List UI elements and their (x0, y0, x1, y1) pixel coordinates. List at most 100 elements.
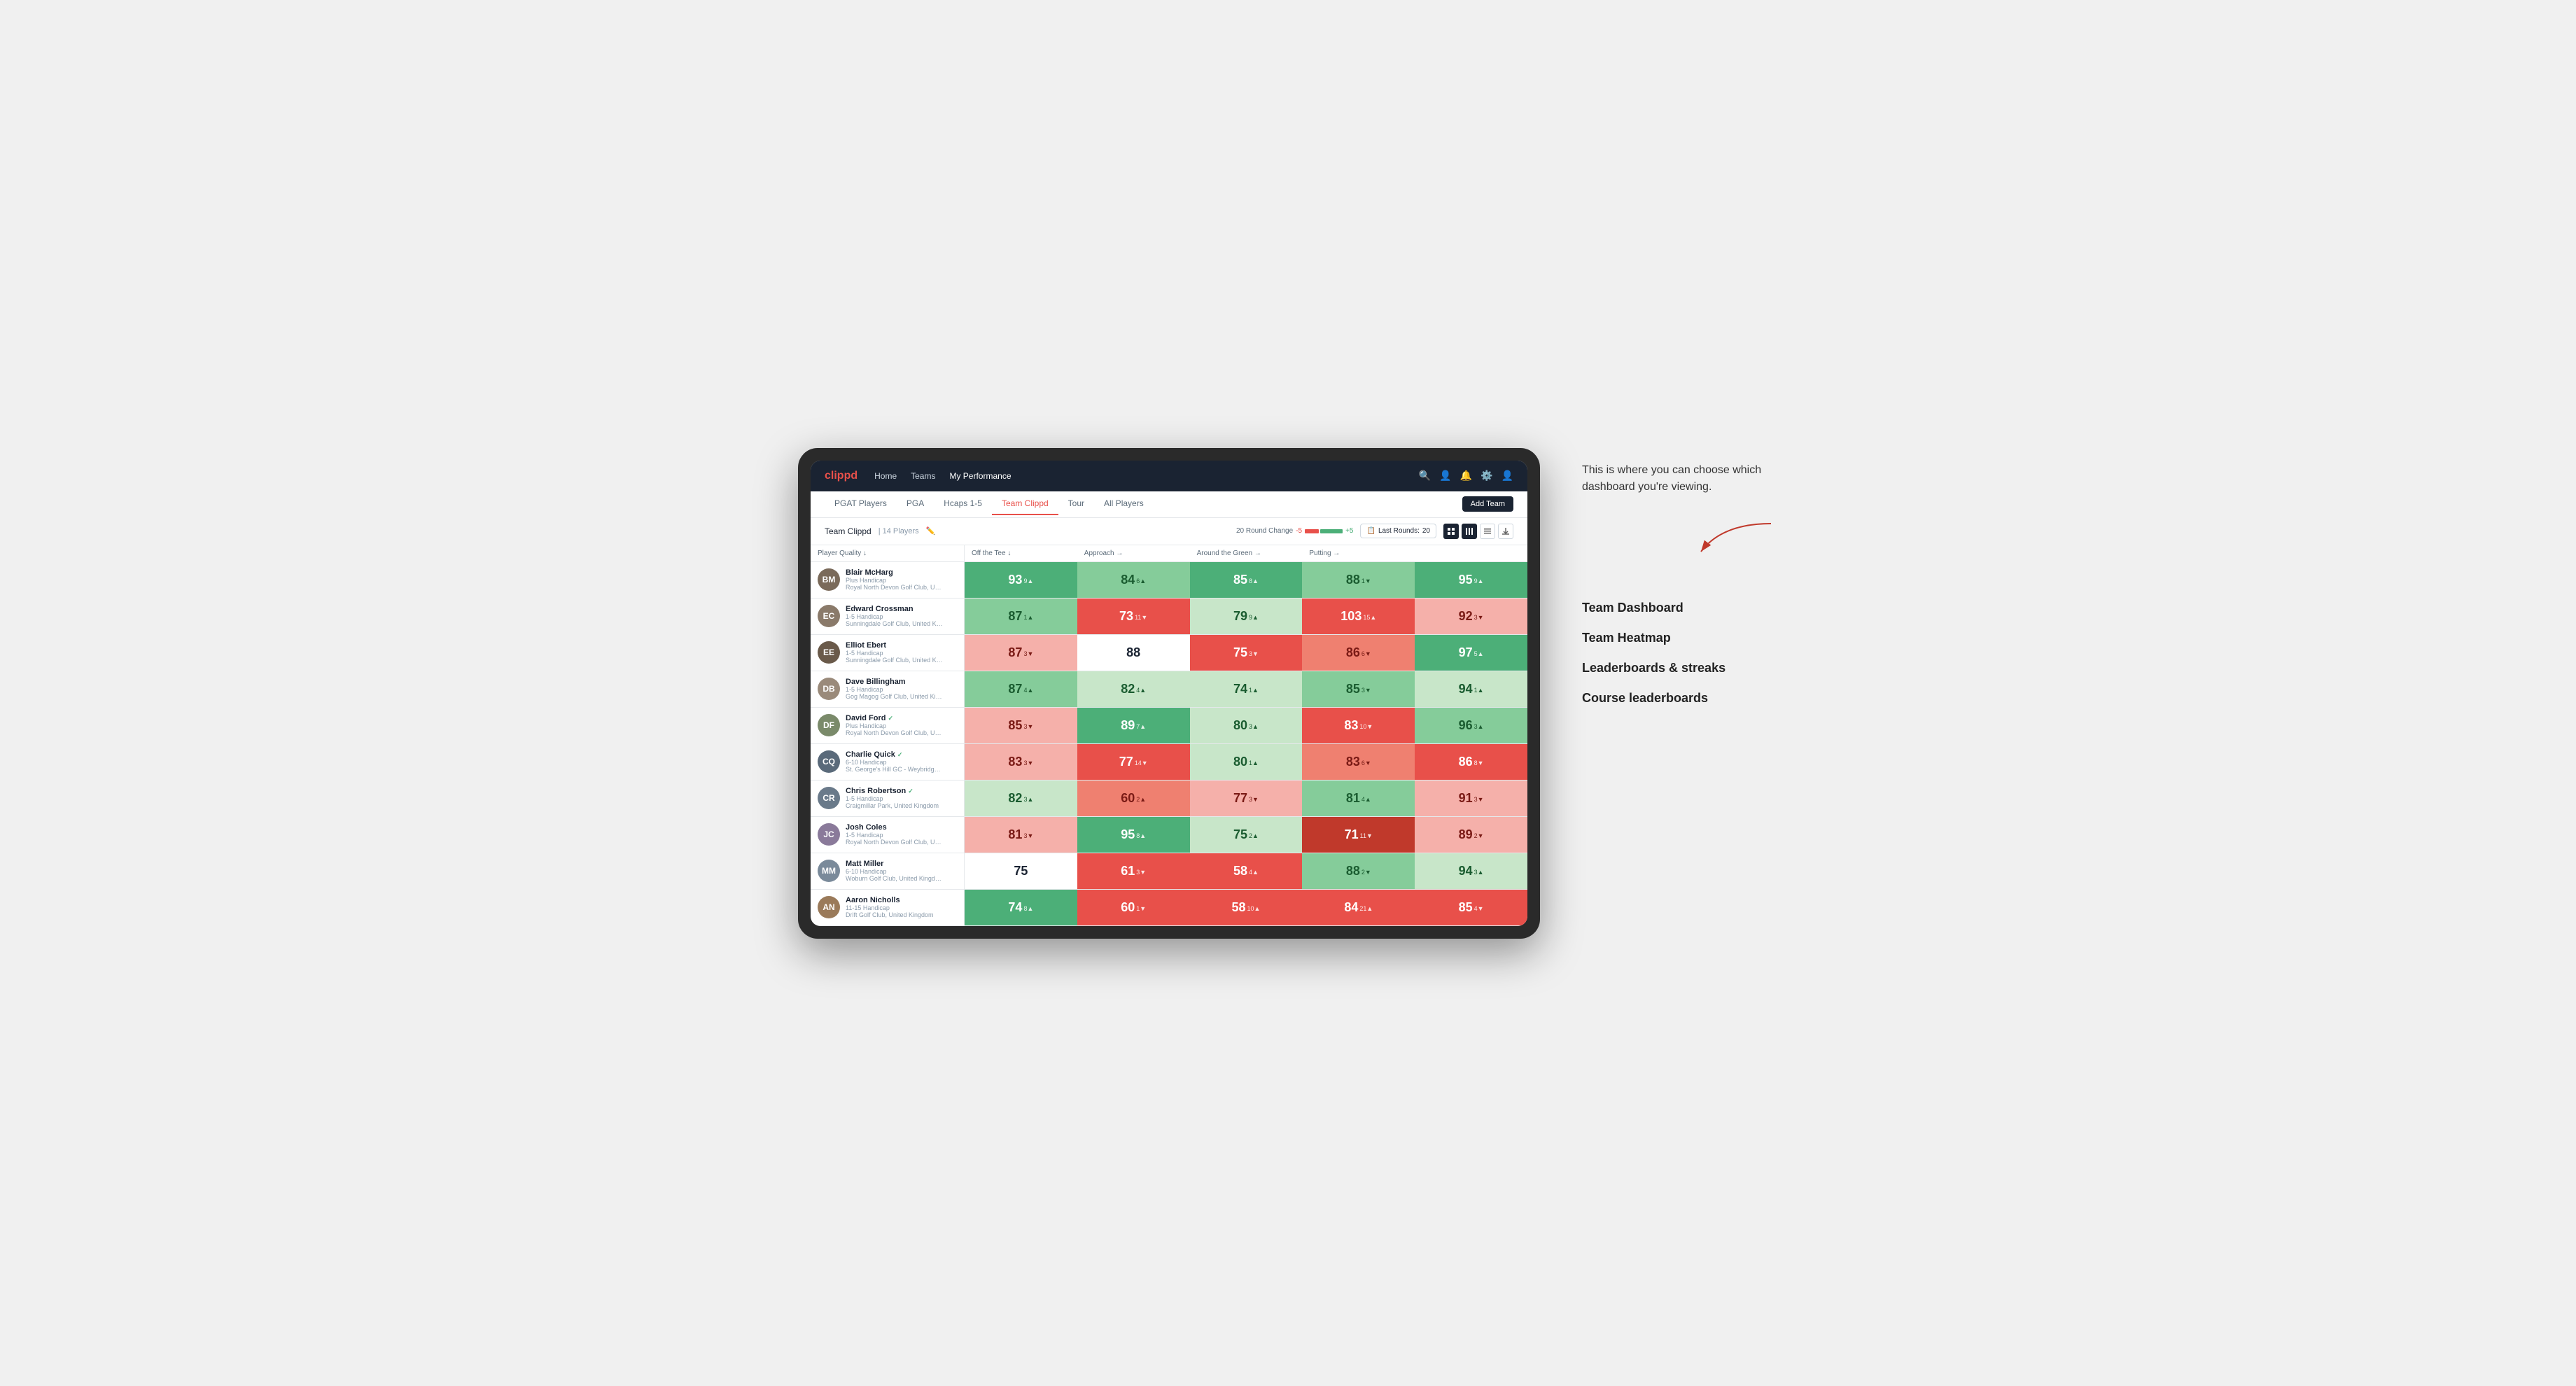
player-cell: MMMatt Miller6-10 HandicapWoburn Golf Cl… (811, 853, 965, 889)
stat-change: 4▲ (1249, 869, 1259, 876)
stat-value: 88 (1126, 645, 1140, 660)
team-header: Team Clippd | 14 Players ✏️ 20 Round Cha… (811, 518, 1527, 545)
stat-value: 77 (1233, 791, 1247, 806)
table-row[interactable]: JCJosh Coles1-5 HandicapRoyal North Devo… (811, 817, 1527, 853)
tab-pga[interactable]: PGA (897, 493, 934, 515)
stat-cell: 803▲ (1190, 708, 1303, 743)
stat-box: 923▼ (1415, 598, 1527, 634)
stat-cell: 882▼ (1302, 853, 1415, 889)
bar-green (1320, 529, 1343, 533)
stat-change: 9▲ (1023, 578, 1033, 584)
stat-box: 846▲ (1077, 562, 1190, 598)
annotation-item-0: Team Dashboard (1582, 601, 1778, 615)
stat-change: 1▲ (1023, 614, 1033, 621)
stat-value: 87 (1008, 682, 1022, 696)
search-icon[interactable]: 🔍 (1419, 470, 1431, 482)
stat-box: 874▲ (965, 671, 1077, 707)
stat-box: 892▼ (1415, 817, 1527, 853)
stat-value: 80 (1233, 755, 1247, 769)
stat-cell: 975▲ (1415, 635, 1527, 671)
player-info: Blair McHargPlus HandicapRoyal North Dev… (846, 568, 944, 591)
view-grid-button[interactable] (1443, 524, 1459, 539)
table-row[interactable]: EEElliot Ebert1-5 HandicapSunningdale Go… (811, 635, 1527, 671)
nav-link-teams[interactable]: Teams (911, 468, 935, 484)
stat-cell: 871▲ (965, 598, 1077, 634)
stat-change: 1▼ (1362, 578, 1371, 584)
user-icon[interactable]: 👤 (1439, 470, 1451, 482)
stat-cell: 823▲ (965, 780, 1077, 816)
annotation-item-1: Team Heatmap (1582, 631, 1778, 645)
stat-box: 913▼ (1415, 780, 1527, 816)
stat-value: 85 (1459, 900, 1473, 915)
minus-value: -5 (1296, 527, 1302, 535)
stat-box: 882▼ (1302, 853, 1415, 889)
avatar-icon[interactable]: 👤 (1502, 470, 1513, 482)
annotation-item-2: Leaderboards & streaks (1582, 661, 1778, 676)
stat-cell: 741▲ (1190, 671, 1303, 707)
tab-hcaps[interactable]: Hcaps 1-5 (934, 493, 992, 515)
table-row[interactable]: DFDavid Ford ✓Plus HandicapRoyal North D… (811, 708, 1527, 744)
col-header-putting[interactable]: Putting → (1302, 545, 1415, 561)
last-rounds-button[interactable]: 📋 Last Rounds: 20 (1360, 524, 1436, 538)
stat-change: 9▲ (1249, 614, 1259, 621)
table-row[interactable]: CRChris Robertson ✓1-5 HandicapCraigmill… (811, 780, 1527, 817)
stat-value: 86 (1459, 755, 1473, 769)
stat-box: 803▲ (1190, 708, 1303, 743)
stat-change: 3▲ (1474, 869, 1484, 876)
stat-value: 94 (1459, 682, 1473, 696)
nav-link-my-performance[interactable]: My Performance (949, 468, 1011, 484)
tab-tour[interactable]: Tour (1058, 493, 1094, 515)
tab-all-players[interactable]: All Players (1094, 493, 1154, 515)
stat-change: 3▼ (1023, 723, 1033, 730)
player-club: Woburn Golf Club, United Kingdom (846, 875, 944, 882)
view-download-button[interactable] (1498, 524, 1513, 539)
col-header-approach[interactable]: Approach → (1077, 545, 1190, 561)
edit-icon[interactable]: ✏️ (926, 526, 936, 536)
table-row[interactable]: BMBlair McHargPlus HandicapRoyal North D… (811, 562, 1527, 598)
avatar: JC (818, 823, 840, 846)
player-name: Aaron Nicholls (846, 896, 934, 904)
table-row[interactable]: ECEdward Crossman1-5 HandicapSunningdale… (811, 598, 1527, 635)
tablet-screen: clippd Home Teams My Performance 🔍 👤 🔔 ⚙… (811, 461, 1527, 926)
player-name: Charlie Quick ✓ (846, 750, 944, 759)
stat-cell: 873▼ (965, 635, 1077, 671)
stat-value: 85 (1008, 718, 1022, 733)
stat-value: 58 (1233, 864, 1247, 878)
stat-box: 7311▼ (1077, 598, 1190, 634)
view-heatmap-button[interactable] (1462, 524, 1477, 539)
table-row[interactable]: ANAaron Nicholls11-15 HandicapDrift Golf… (811, 890, 1527, 926)
annotation-panel: This is where you can choose which dashb… (1582, 448, 1778, 706)
stat-box: 773▼ (1190, 780, 1303, 816)
stat-value: 81 (1008, 827, 1022, 842)
player-info: Chris Robertson ✓1-5 HandicapCraigmillar… (846, 787, 939, 809)
nav-links: Home Teams My Performance (874, 468, 1419, 484)
stat-change: 11▼ (1135, 614, 1147, 621)
stat-change: 7▲ (1136, 723, 1146, 730)
stat-value: 82 (1121, 682, 1135, 696)
stat-change: 1▲ (1249, 687, 1259, 694)
stat-value: 88 (1346, 864, 1360, 878)
player-cell: BMBlair McHargPlus HandicapRoyal North D… (811, 562, 965, 598)
table-row[interactable]: DBDave Billingham1-5 HandicapGog Magog G… (811, 671, 1527, 708)
view-list-button[interactable] (1480, 524, 1495, 539)
table-row[interactable]: CQCharlie Quick ✓6-10 HandicapSt. George… (811, 744, 1527, 780)
stat-box: 836▼ (1302, 744, 1415, 780)
nav-link-home[interactable]: Home (874, 468, 897, 484)
stat-cell: 858▲ (1190, 562, 1303, 598)
stat-cell: 923▼ (1415, 598, 1527, 634)
stat-cell: 799▲ (1190, 598, 1303, 634)
tab-team-clippd[interactable]: Team Clippd (992, 493, 1058, 515)
settings-icon[interactable]: ⚙️ (1480, 470, 1492, 482)
table-row[interactable]: MMMatt Miller6-10 HandicapWoburn Golf Cl… (811, 853, 1527, 890)
stat-change: 10▼ (1359, 723, 1373, 730)
stat-value: 75 (1233, 827, 1247, 842)
col-header-tee[interactable]: Off the Tee ↓ (965, 545, 1077, 561)
bell-icon[interactable]: 🔔 (1460, 470, 1472, 482)
stat-box: 602▲ (1077, 780, 1190, 816)
tab-pgat-players[interactable]: PGAT Players (825, 493, 897, 515)
col-header-green[interactable]: Around the Green → (1190, 545, 1303, 561)
last-rounds-value: 20 (1422, 527, 1430, 535)
arrow-annotation (1694, 517, 1778, 559)
stat-box: 10315▲ (1302, 598, 1415, 634)
add-team-button[interactable]: Add Team (1462, 496, 1513, 512)
